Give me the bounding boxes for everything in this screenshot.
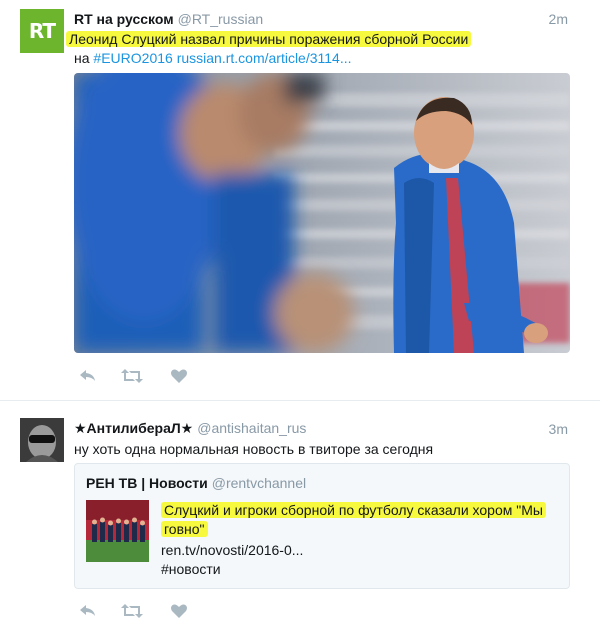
article-link[interactable]: russian.rt.com/article/3114... xyxy=(177,50,352,66)
reply-icon[interactable] xyxy=(78,367,98,385)
like-icon[interactable] xyxy=(170,367,190,385)
quoted-text-line1: Слуцкий и игроки сборной по футболу сказ… xyxy=(161,501,546,520)
quoted-thumbnail xyxy=(86,500,149,562)
highlighted-text: Леонид Слуцкий назвал причины поражения … xyxy=(66,31,472,47)
quoted-highlight-2: говно" xyxy=(161,521,208,537)
quoted-handle: @rentvchannel xyxy=(211,475,307,491)
quoted-link[interactable]: ren.tv/novosti/2016-0... xyxy=(161,541,303,560)
quoted-text-line2: говно" xyxy=(161,520,208,539)
tweet2-text: ну хоть одна нормальная новость в твитор… xyxy=(74,441,434,457)
avatar-antiliberal[interactable] xyxy=(20,418,64,462)
quoted-header: РЕН ТВ | Новости @rentvchannel xyxy=(86,475,306,491)
quoted-highlight-1: Слуцкий и игроки сборной по футболу сказ… xyxy=(161,502,546,518)
display-name-2[interactable]: ★АнтилибераЛ★ xyxy=(74,420,193,436)
quoted-display-name: РЕН ТВ | Новости xyxy=(86,475,208,491)
tweet-text-prefix: на xyxy=(74,50,90,66)
tweet-text-line2: на #EURO2016 russian.rt.com/article/3114… xyxy=(74,49,352,68)
tweet-text-line1: Леонид Слуцкий назвал причины поражения … xyxy=(66,30,472,49)
retweet-icon[interactable] xyxy=(120,367,143,385)
user-handle[interactable]: @RT_russian xyxy=(178,11,264,27)
like-icon[interactable] xyxy=(170,602,190,620)
avatar-rt-logo[interactable]: RT xyxy=(20,9,64,53)
tweet2-timestamp[interactable]: 3m xyxy=(549,421,568,437)
tweet-header: RT на русском @RT_russian xyxy=(74,11,263,27)
user-handle-2[interactable]: @antishaitan_rus xyxy=(197,420,306,436)
avatar-photo xyxy=(20,418,64,462)
tweet2-header: ★АнтилибераЛ★ @antishaitan_rus xyxy=(74,420,306,437)
hashtag-link[interactable]: #EURO2016 xyxy=(93,50,172,66)
photo-coach-stadium xyxy=(74,73,570,353)
rt-logo-text: RT xyxy=(28,19,56,43)
tweet-timestamp[interactable]: 2m xyxy=(549,11,568,27)
tweet-rt[interactable]: RT RT на русском @RT_russian 2m Леонид Сл… xyxy=(0,0,600,400)
display-name[interactable]: RT на русском xyxy=(74,11,174,27)
quoted-hashtag[interactable]: #новости xyxy=(161,560,221,579)
tweet-photo[interactable] xyxy=(74,73,570,353)
reply-icon[interactable] xyxy=(78,602,98,620)
quoted-tweet[interactable]: РЕН ТВ | Новости @rentvchannel Слуцкий и … xyxy=(74,463,570,589)
tweet-divider xyxy=(0,400,600,401)
retweet-icon[interactable] xyxy=(120,602,143,620)
